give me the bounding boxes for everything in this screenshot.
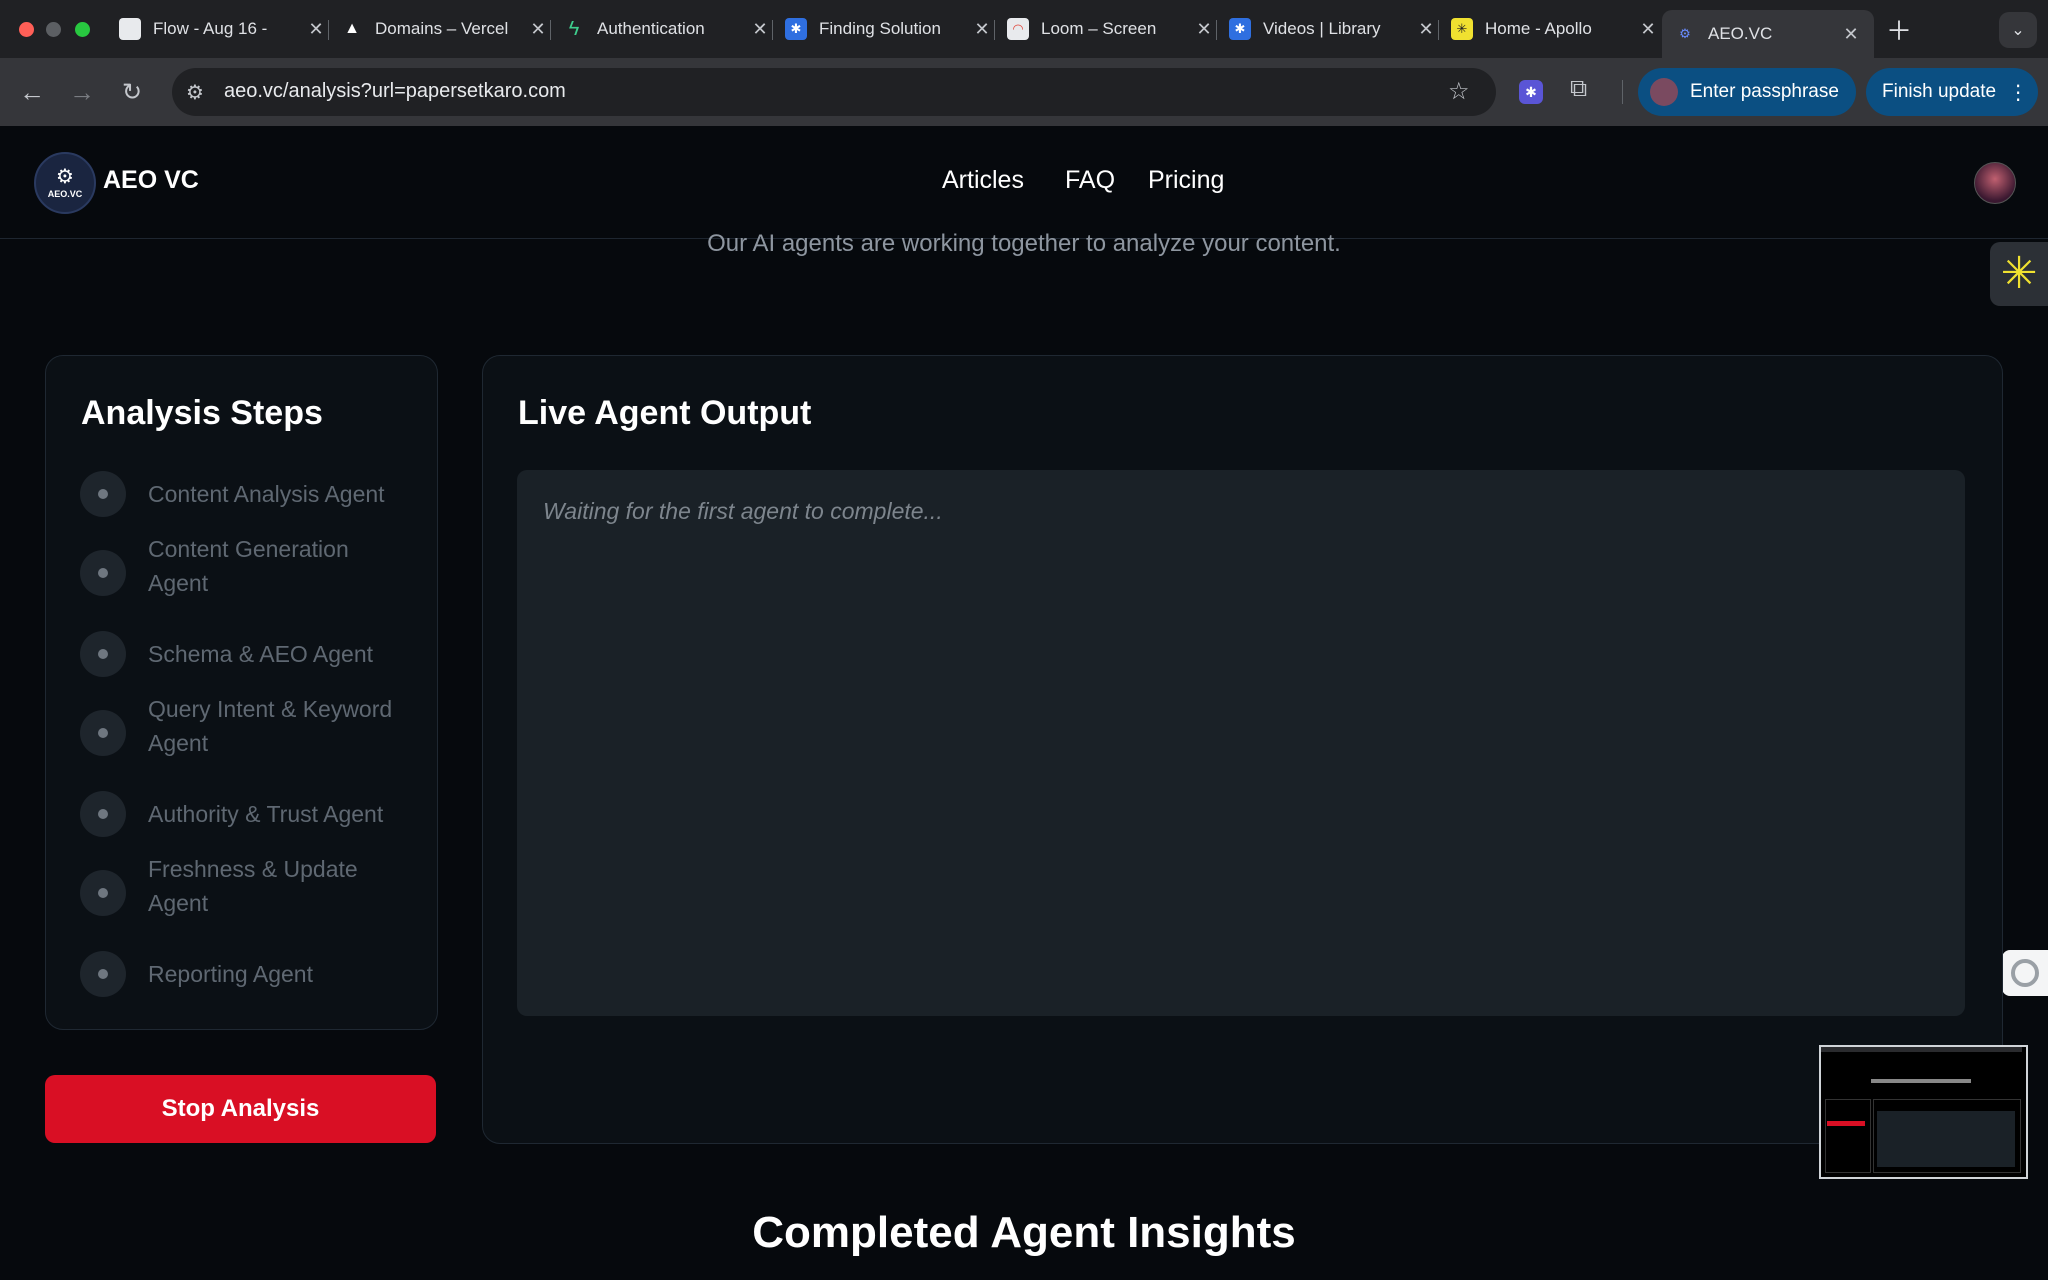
nav-pricing[interactable]: Pricing (1148, 166, 1224, 195)
step-status-icon (80, 791, 126, 837)
step-item: Content Generation Agent (80, 532, 368, 600)
vercel-triangle-icon: ▲ (344, 20, 360, 37)
step-status-icon (80, 870, 126, 916)
site-header: ⚙ AEO.VC AEO VC Articles FAQ Pricing (0, 126, 2048, 239)
close-tab-icon[interactable]: ✕ (525, 19, 551, 40)
browser-tab[interactable]: ✱ Finding Solution ✕ (773, 10, 995, 48)
loom-icon: ◠ (1007, 18, 1029, 40)
apollo-star-icon: ✳ (2000, 249, 2038, 298)
close-tab-icon[interactable]: ✕ (969, 19, 995, 40)
analysis-steps-title: Analysis Steps (81, 394, 323, 432)
step-status-icon (80, 951, 126, 997)
step-status-icon (80, 550, 126, 596)
output-placeholder: Waiting for the first agent to complete.… (543, 498, 943, 524)
browser-tab[interactable]: ◠ Loom – Screen ✕ (995, 10, 1217, 48)
tab-search-button[interactable]: ⌄ (1999, 12, 2037, 48)
nav-articles[interactable]: Articles (942, 166, 1024, 195)
browser-toolbar: ← → ↻ ⚙ aeo.vc/analysis?url=papersetkaro… (0, 58, 2048, 126)
url-text: aeo.vc/analysis?url=papersetkaro.com (224, 80, 566, 102)
loom-side-widget[interactable] (2002, 950, 2048, 996)
finish-update-button[interactable]: Finish update ⋮ (1866, 68, 2038, 116)
completed-insights-title: Completed Agent Insights (752, 1208, 1296, 1257)
bookmark-star-icon[interactable]: ☆ (1448, 77, 1470, 106)
site-info-icon[interactable]: ⚙ (186, 80, 204, 105)
apollo-icon: ✳ (1451, 18, 1473, 40)
browser-tab-bar: Flow - Aug 16 - ✕ ▲ Domains – Vercel ✕ ϟ… (0, 0, 2048, 58)
back-arrow-icon[interactable]: ← (14, 74, 50, 110)
step-status-icon (80, 631, 126, 677)
nav-faq[interactable]: FAQ (1065, 166, 1115, 195)
browser-tab[interactable]: ✳ Home - Apollo ✕ (1439, 10, 1661, 48)
loom-record-icon (2011, 959, 2039, 987)
profile-avatar-icon (1650, 78, 1678, 106)
close-tab-icon[interactable]: ✕ (747, 19, 773, 40)
enter-passphrase-button[interactable]: Enter passphrase (1638, 68, 1856, 116)
user-avatar[interactable] (1974, 162, 2016, 204)
extensions-puzzle-icon[interactable]: ⧉ (1570, 75, 1587, 103)
gear-icon: ⚙ (56, 166, 74, 188)
new-tab-button[interactable]: ＋ (1886, 10, 1912, 48)
step-status-icon (80, 710, 126, 756)
close-tab-icon[interactable]: ✕ (1838, 24, 1864, 45)
bolt-icon: ϟ (568, 17, 580, 40)
step-status-icon (80, 471, 126, 517)
close-tab-icon[interactable]: ✕ (1635, 19, 1661, 40)
address-bar[interactable]: ⚙ aeo.vc/analysis?url=papersetkaro.com ☆ (172, 68, 1496, 116)
forward-arrow-icon[interactable]: → (64, 74, 100, 110)
close-tab-icon[interactable]: ✕ (1191, 19, 1217, 40)
apollo-side-widget[interactable]: ✳ (1990, 242, 2048, 306)
site-logo[interactable]: ⚙ AEO.VC (34, 152, 96, 214)
close-tab-icon[interactable]: ✕ (1413, 19, 1439, 40)
step-item: Query Intent & Keyword Agent (80, 692, 408, 760)
browser-tab[interactable]: ▲ Domains – Vercel ✕ (329, 10, 551, 48)
analysis-steps-card: Analysis Steps Content Analysis Agent Co… (45, 355, 438, 1030)
browser-tab[interactable]: ϟ Authentication ✕ (551, 10, 773, 48)
step-item: Content Analysis Agent (80, 471, 418, 517)
stop-analysis-button[interactable]: Stop Analysis (45, 1075, 436, 1143)
extension-gear-icon[interactable]: ✱ (1519, 80, 1543, 104)
live-output-title: Live Agent Output (518, 394, 812, 432)
minimize-window-button[interactable] (46, 22, 61, 37)
maximize-window-button[interactable] (75, 22, 90, 37)
gear-badge-icon: ✱ (785, 18, 807, 40)
kebab-menu-icon: ⋮ (2008, 81, 2029, 104)
step-item: Authority & Trust Agent (80, 791, 418, 837)
aeo-icon: ⚙ (1679, 26, 1691, 41)
brand-name[interactable]: AEO VC (103, 166, 199, 195)
browser-tab[interactable]: ✱ Videos | Library ✕ (1217, 10, 1439, 48)
reload-icon[interactable]: ↻ (114, 74, 150, 110)
screen-recording-preview[interactable] (1819, 1045, 2028, 1179)
step-item: Schema & AEO Agent (80, 631, 418, 677)
browser-tab[interactable]: Flow - Aug 16 - ✕ (107, 10, 329, 48)
close-tab-icon[interactable]: ✕ (303, 19, 329, 40)
close-window-button[interactable] (19, 22, 34, 37)
document-icon (119, 18, 141, 40)
step-item: Reporting Agent (80, 951, 418, 997)
intro-text: Our AI agents are working together to an… (707, 230, 1341, 257)
browser-tab-active[interactable]: ⚙ AEO.VC ✕ (1662, 10, 1874, 58)
step-item: Freshness & Update Agent (80, 852, 378, 920)
gear-badge-icon: ✱ (1229, 18, 1251, 40)
agent-output-area[interactable]: Waiting for the first agent to complete.… (517, 470, 1965, 1016)
